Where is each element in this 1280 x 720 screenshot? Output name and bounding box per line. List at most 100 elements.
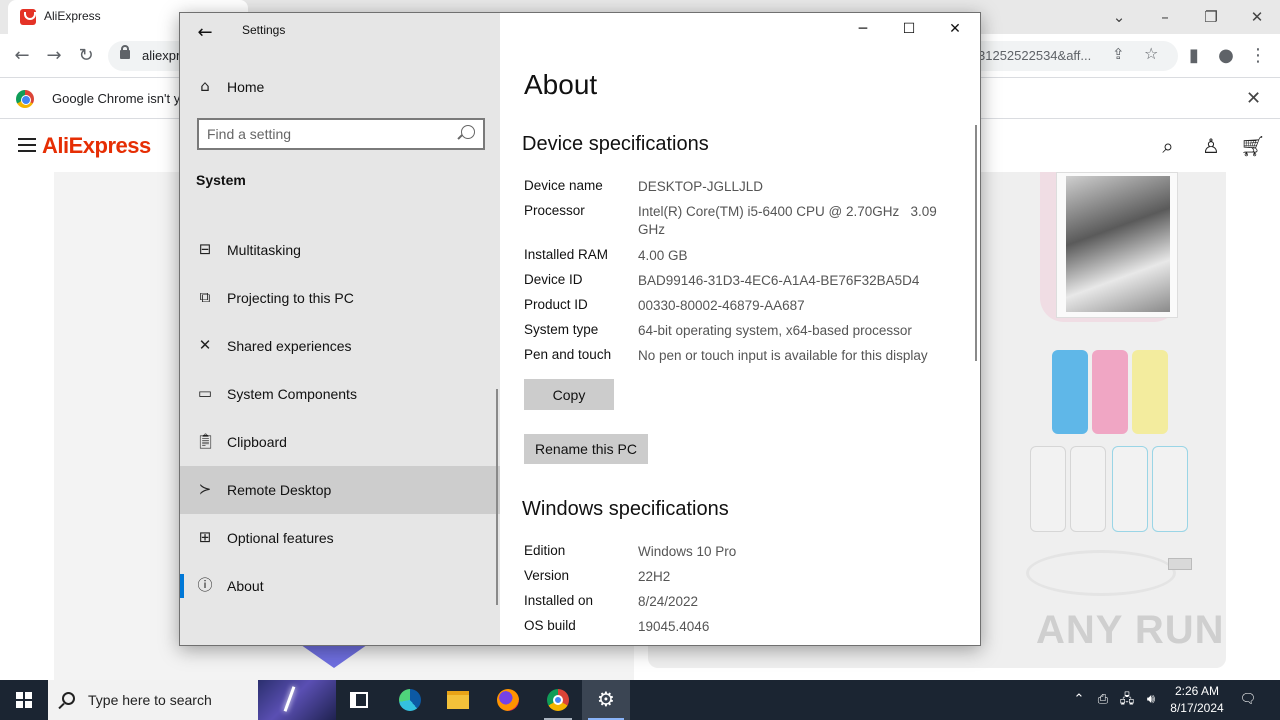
spec-value: 4.00 GB [638, 248, 688, 263]
taskbar-app-firefox[interactable] [484, 680, 532, 720]
taskbar-clock[interactable]: 2:26 AM 8/17/2024 [1156, 683, 1238, 717]
nav-item-label: Projecting to this PC [227, 290, 354, 306]
back-arrow-icon[interactable]: ← [6, 34, 38, 78]
infobar-message: Google Chrome isn't y [52, 91, 181, 106]
taskbar-app-settings[interactable]: ⚙ [582, 680, 630, 720]
white-paper-roll [1070, 446, 1106, 532]
profile-avatar-icon[interactable]: ● [1210, 34, 1242, 78]
rename-this-pc-button[interactable]: Rename this PC [524, 434, 648, 464]
optional-features-icon: ⊞ [198, 528, 212, 546]
hardware-tray-icon[interactable]: ⎙ [1092, 680, 1114, 720]
start-button[interactable] [0, 680, 48, 720]
copy-button[interactable]: Copy [524, 379, 614, 410]
remote-desktop-icon: ≻ [198, 480, 212, 498]
aliexpress-logo[interactable]: AliExpress [42, 133, 151, 159]
taskbar-app-edge[interactable] [386, 680, 434, 720]
nav-item-shared-experiences[interactable]: ✕ Shared experiences [180, 322, 500, 370]
nav-item-multitasking[interactable]: ⊟ Multitasking [180, 226, 500, 274]
spec-value: DESKTOP-JGLLJLD [638, 179, 764, 194]
settings-gear-icon: ⚙ [597, 687, 615, 711]
show-hidden-icons-chevron-icon[interactable]: ⌃ [1068, 680, 1090, 720]
share-icon[interactable]: ⇪ [1112, 45, 1125, 63]
notifications-icon[interactable]: 🗨︎ [1236, 680, 1260, 720]
nav-item-label: Shared experiences [227, 338, 352, 354]
find-setting-search-box[interactable] [197, 118, 485, 150]
task-view-icon [350, 692, 368, 708]
spec-key: Device name [524, 178, 603, 193]
nav-item-clipboard[interactable]: 📋︎ Clipboard [180, 418, 500, 466]
close-button[interactable]: ✕ [932, 13, 978, 45]
spec-row-pen-and-touch: Pen and touch No pen or touch input is a… [524, 347, 964, 367]
white-paper-roll [1030, 446, 1066, 532]
settings-window: ← Settings ⌂ Home System ⊟ Multitasking … [179, 12, 981, 646]
spec-key: Version [524, 568, 570, 583]
side-panel-icon[interactable]: ▮ [1178, 34, 1210, 78]
window-title: Settings [242, 23, 286, 37]
spec-key: Processor [524, 203, 585, 218]
chrome-menu-icon[interactable]: ⋮ [1242, 34, 1274, 78]
spec-row-installed-ram: Installed RAM 4.00 GB [524, 247, 964, 267]
search-icon[interactable]: ⌕ [1156, 134, 1180, 158]
windows-logo-icon [16, 692, 32, 708]
nav-item-label: Clipboard [227, 434, 287, 450]
settings-content-pane: ─ ☐ ✕ About Device specifications Device… [500, 13, 980, 645]
taskbar-search-box[interactable]: Type here to search [48, 680, 336, 720]
clock-date: 8/17/2024 [1170, 701, 1224, 715]
bookmark-star-icon[interactable]: ☆ [1144, 44, 1158, 63]
windows-specifications-heading: Windows specifications [522, 498, 729, 520]
minimize-browser-button[interactable]: – [1142, 4, 1188, 30]
nav-item-projecting[interactable]: ⧉ Projecting to this PC [180, 274, 500, 322]
edge-icon [399, 689, 421, 711]
nav-item-optional-features[interactable]: ⊞ Optional features [180, 514, 500, 562]
pink-paper-roll [1092, 350, 1128, 434]
taskbar-app-chrome[interactable] [534, 680, 582, 720]
nav-scrollbar[interactable] [496, 389, 498, 605]
photo-portrait [1066, 176, 1170, 312]
nav-item-about[interactable]: ⓘ About [180, 562, 500, 610]
cart-icon[interactable]: 🛒︎ [1240, 134, 1265, 158]
tab-search-icon[interactable]: ⌄ [1096, 4, 1142, 30]
spec-row-edition: Edition Windows 10 Pro [524, 543, 964, 563]
spec-key: Product ID [524, 297, 588, 312]
taskbar-app-file-explorer[interactable] [434, 680, 482, 720]
chrome-logo-icon [16, 90, 34, 108]
spec-key: Pen and touch [524, 347, 612, 362]
find-setting-input[interactable] [207, 125, 447, 143]
forward-arrow-icon[interactable]: → [38, 34, 70, 78]
spec-value: 64-bit operating system, x64-based proce… [638, 323, 912, 338]
search-icon [62, 692, 75, 705]
url-text: aliexpr [142, 48, 181, 63]
white-paper-roll [1152, 446, 1188, 532]
nav-home-label: Home [227, 79, 265, 95]
spec-row-os-build: OS build 19045.4046 [524, 618, 964, 638]
file-explorer-icon [447, 691, 469, 709]
multitasking-icon: ⊟ [198, 240, 212, 258]
nav-item-remote-desktop[interactable]: ≻ Remote Desktop [180, 466, 500, 514]
aliexpress-favicon-icon [20, 9, 36, 25]
content-scrollbar[interactable] [975, 125, 977, 361]
back-arrow-icon[interactable]: ← [190, 18, 220, 48]
maximize-button[interactable]: ☐ [886, 13, 932, 45]
clipboard-icon: 📋︎ [196, 432, 216, 450]
nav-item-system-components[interactable]: ▭ System Components [180, 370, 500, 418]
restore-browser-button[interactable]: ❐ [1188, 4, 1234, 30]
task-view-button[interactable] [336, 680, 384, 720]
network-icon[interactable]: 🖧︎ [1116, 680, 1138, 720]
minimize-button[interactable]: ─ [840, 13, 886, 45]
shared-experiences-icon: ✕ [198, 336, 212, 354]
white-paper-roll [1112, 446, 1148, 532]
nav-home[interactable]: ⌂ Home [180, 69, 500, 105]
spec-value: No pen or touch input is available for t… [638, 348, 928, 363]
home-icon: ⌂ [200, 77, 210, 95]
hamburger-menu-icon[interactable] [18, 138, 36, 152]
account-icon[interactable]: ♙ [1199, 134, 1223, 158]
infobar-close-icon[interactable]: ✕ [1246, 88, 1261, 109]
spec-value: 00330-80002-46879-AA687 [638, 298, 805, 313]
spec-value: Intel(R) Core(TM) i5-6400 CPU @ 2.70GHz … [638, 204, 941, 237]
close-browser-button[interactable]: ✕ [1234, 4, 1280, 30]
spec-value: 19045.4046 [638, 619, 710, 634]
reload-icon[interactable]: ↻ [70, 34, 102, 78]
nav-item-label: Optional features [227, 530, 334, 546]
search-icon [461, 125, 475, 139]
spec-row-installed-on: Installed on 8/24/2022 [524, 593, 964, 613]
